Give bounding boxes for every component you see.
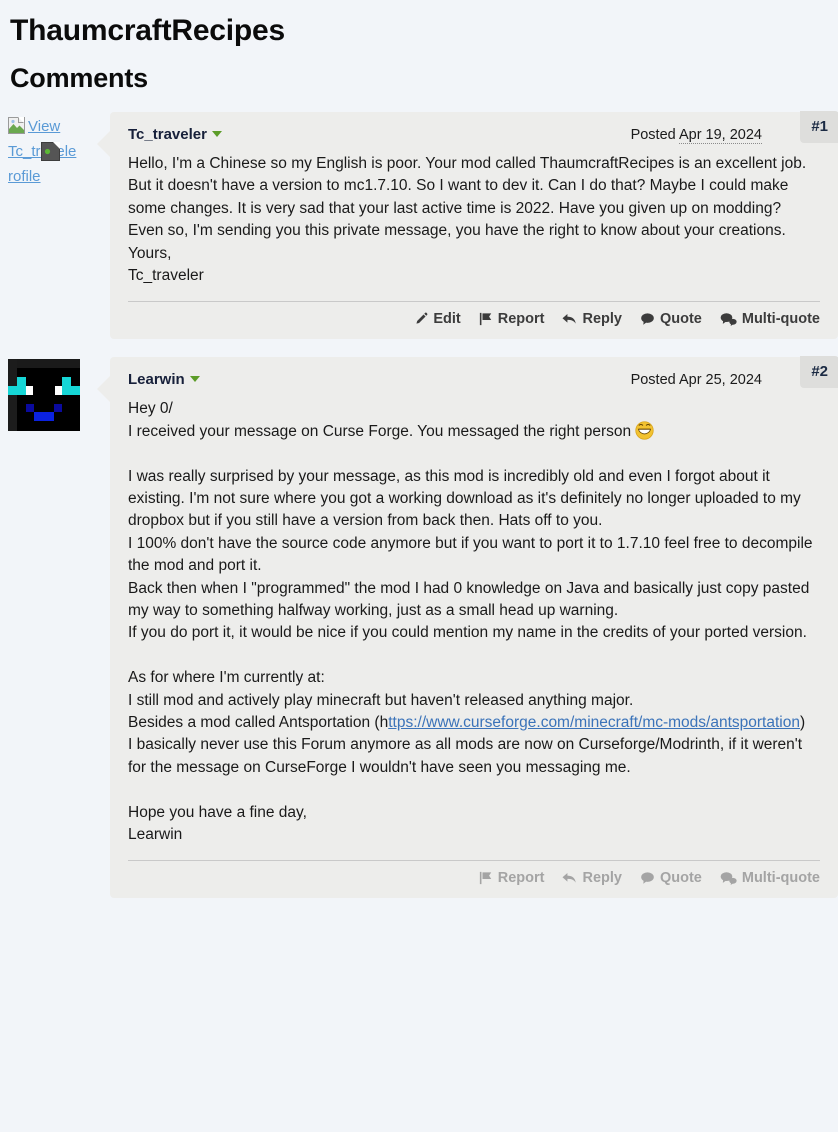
profile-link-avatar[interactable]	[8, 359, 110, 432]
comment-header: Learwin Posted Apr 25, 2024	[128, 371, 820, 388]
double-speech-bubble-icon	[720, 312, 737, 327]
quote-button[interactable]: Quote	[640, 311, 702, 327]
comment-avatar-gutter	[0, 357, 110, 432]
post-number-badge[interactable]: #2	[800, 356, 838, 389]
edit-button[interactable]: Edit	[414, 311, 461, 328]
comment-body-part-3: ) I basically never use this Forum anymo…	[128, 714, 806, 844]
multi-quote-button[interactable]: Multi-quote	[720, 311, 820, 327]
comment-author-link[interactable]: Learwin	[128, 371, 200, 388]
comment-item: View Tc_travele rofile #1 Tc_traveler Po…	[0, 110, 838, 340]
multi-quote-label: Multi-quote	[741, 311, 820, 328]
comment-actions: Report Reply Quote Multi-quote	[128, 861, 820, 886]
comment-actions: Edit Report Reply Quote Multi-quote	[128, 302, 820, 327]
report-button[interactable]: Report	[479, 870, 545, 887]
double-speech-bubble-icon	[720, 871, 737, 886]
edit-label: Edit	[433, 311, 461, 328]
comment-posted-meta: Posted Apr 19, 2024	[630, 126, 762, 144]
comment-bubble: #1 Tc_traveler Posted Apr 19, 2024 Hello…	[110, 110, 838, 340]
comments-section-heading: Comments	[10, 62, 148, 93]
quote-label: Quote	[659, 870, 702, 887]
chevron-down-icon[interactable]	[189, 376, 200, 383]
page-title: ThaumcraftRecipes	[10, 14, 286, 47]
comment-body-part-2: I was really surprised by your message, …	[128, 467, 813, 732]
flag-icon	[479, 312, 493, 326]
multi-quote-label: Multi-quote	[741, 870, 820, 887]
reply-arrow-icon	[562, 312, 577, 326]
comment-avatar-gutter: View Tc_travele rofile	[0, 112, 110, 189]
comment-bubble-wrapper: #1 Tc_traveler Posted Apr 19, 2024 Hello…	[97, 110, 838, 340]
report-label: Report	[497, 311, 545, 328]
comment-item: #2 Learwin Posted Apr 25, 2024 Hey 0/ I …	[0, 356, 838, 899]
multi-quote-button[interactable]: Multi-quote	[720, 870, 820, 886]
comment-header: Tc_traveler Posted Apr 19, 2024	[128, 126, 820, 144]
comment-author-name: Tc_traveler	[128, 125, 207, 143]
pencil-icon	[414, 312, 428, 326]
quote-label: Quote	[659, 311, 702, 328]
comment-list: View Tc_travele rofile #1 Tc_traveler Po…	[0, 110, 838, 899]
posted-date[interactable]: Apr 19, 2024	[678, 126, 762, 144]
antsportation-link[interactable]: ttps://www.curseforge.com/minecraft/mc-m…	[388, 714, 800, 731]
speech-bubble-icon	[640, 871, 655, 885]
comment-bubble-wrapper: #2 Learwin Posted Apr 25, 2024 Hey 0/ I …	[97, 356, 838, 899]
comment-author-link[interactable]: Tc_traveler	[128, 126, 222, 143]
flag-icon	[479, 871, 493, 885]
reply-button[interactable]: Reply	[562, 311, 622, 327]
reply-label: Reply	[582, 311, 622, 328]
avatar	[8, 359, 80, 432]
comment-author-name: Learwin	[128, 371, 185, 389]
report-label: Report	[497, 870, 545, 887]
reply-label: Reply	[582, 870, 622, 887]
quote-button[interactable]: Quote	[640, 870, 702, 886]
reply-arrow-icon	[562, 871, 577, 885]
broken-image-icon-secondary	[40, 141, 60, 161]
report-button[interactable]: Report	[479, 311, 545, 328]
comment-body: Hello, I'm a Chinese so my English is po…	[128, 154, 807, 284]
speech-bubble-icon	[640, 312, 655, 326]
comment-body-part-1: Hey 0/ I received your message on Curse …	[128, 400, 632, 440]
posted-label: Posted	[630, 126, 676, 143]
grinning-face-emoji-icon	[635, 421, 655, 440]
reply-button[interactable]: Reply	[562, 870, 622, 886]
post-number-badge[interactable]: #1	[800, 110, 838, 143]
broken-image-icon	[8, 116, 25, 134]
comment-bubble: #2 Learwin Posted Apr 25, 2024 Hey 0/ I …	[110, 356, 838, 899]
posted-date[interactable]: Apr 25, 2024	[679, 372, 762, 388]
bubble-pointer	[97, 375, 111, 404]
comment-posted-meta: Posted Apr 25, 2024	[631, 372, 762, 388]
bubble-pointer	[97, 129, 111, 158]
posted-label: Posted	[630, 372, 676, 389]
chevron-down-icon[interactable]	[211, 130, 222, 137]
comment-body: Hey 0/ I received your message on Curse …	[128, 398, 820, 846]
